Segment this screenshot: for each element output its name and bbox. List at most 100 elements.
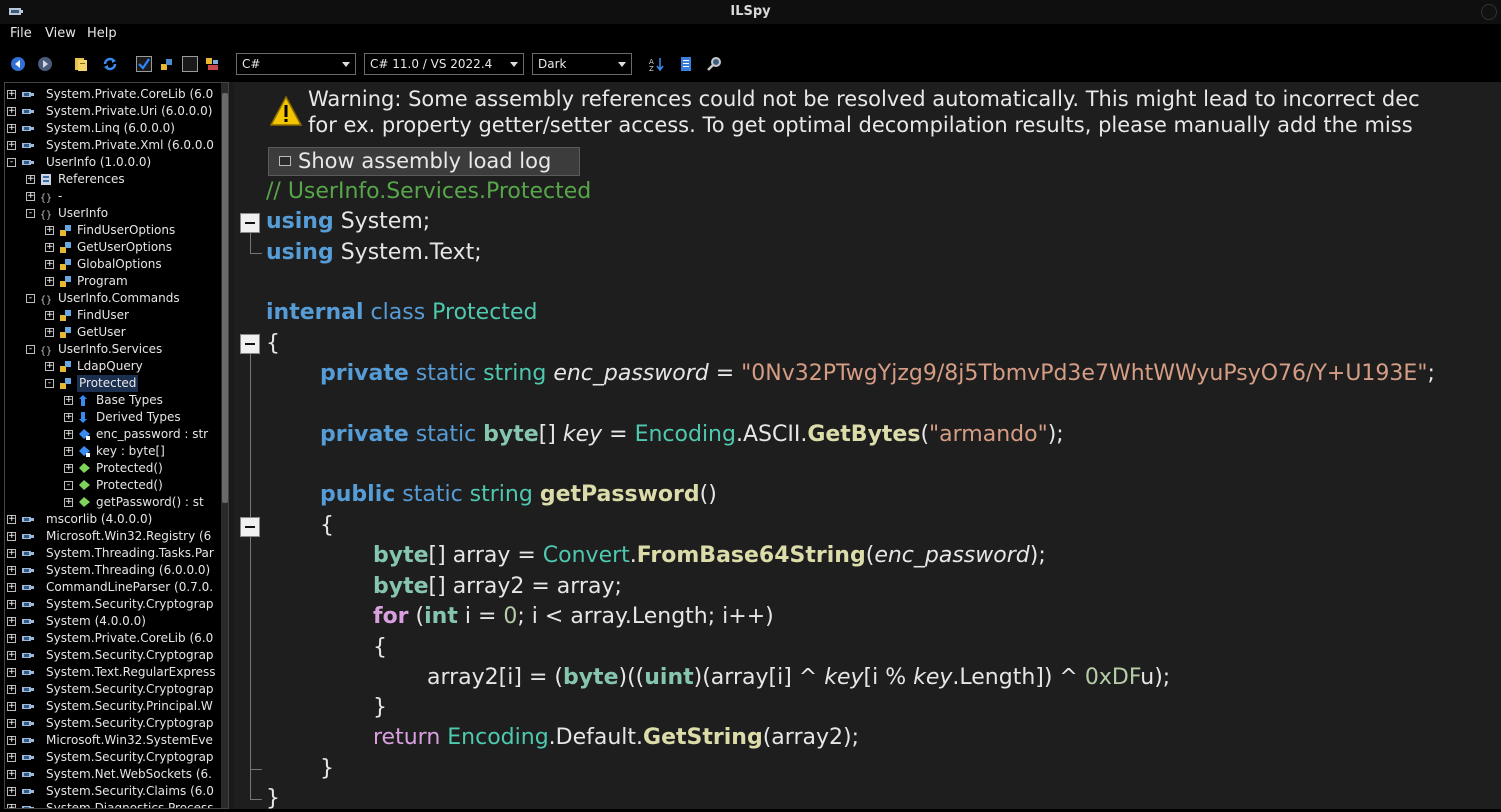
expand-toggle-icon[interactable]: + (7, 753, 16, 762)
tree-item[interactable]: + System.Security.Principal.W (5, 698, 219, 715)
expand-toggle-icon[interactable]: + (7, 141, 16, 150)
tree-item[interactable]: + CommandLineParser (0.7.0. (5, 579, 219, 596)
expand-toggle-icon[interactable]: + (64, 498, 73, 507)
tree-scrollbar[interactable] (221, 83, 228, 808)
tree-item[interactable]: + enc_password : str (5, 426, 219, 443)
tree-item[interactable]: + System (4.0.0.0) (5, 613, 219, 630)
tree-item[interactable]: + Program (5, 273, 219, 290)
manage-assembly-lists-icon[interactable] (678, 56, 694, 72)
tree-item[interactable]: -{} UserInfo.Services (5, 341, 219, 358)
collapse-toggle-icon[interactable]: - (45, 379, 54, 388)
expand-toggle-icon[interactable]: + (7, 617, 16, 626)
collapse-toggle-icon[interactable]: - (64, 481, 73, 490)
back-icon[interactable] (10, 56, 26, 72)
expand-toggle-icon[interactable]: + (26, 175, 35, 184)
expand-toggle-icon[interactable]: + (45, 328, 54, 337)
member-filter-icon[interactable] (158, 56, 174, 72)
tree-item[interactable]: - Protected (5, 375, 219, 392)
tree-item[interactable]: + FindUser (5, 307, 219, 324)
tree-item[interactable]: + System.Text.RegularExpress (5, 664, 219, 681)
tree-item[interactable]: + System.Private.Uri (6.0.0.0) (5, 103, 219, 120)
tree-item[interactable]: + System.Security.Cryptograp (5, 681, 219, 698)
expand-toggle-icon[interactable]: + (7, 685, 16, 694)
expand-toggle-icon[interactable]: + (45, 362, 54, 371)
tree-item[interactable]: + References (5, 171, 219, 188)
collapse-toggle-icon[interactable]: - (26, 294, 35, 303)
tree-item[interactable]: - Protected() (5, 477, 219, 494)
expand-toggle-icon[interactable]: + (7, 736, 16, 745)
api-visibility-icon[interactable] (204, 56, 220, 72)
expand-toggle-icon[interactable]: + (7, 600, 16, 609)
expand-toggle-icon[interactable]: + (64, 430, 73, 439)
expand-toggle-icon[interactable]: + (7, 549, 16, 558)
tree-item[interactable]: + mscorlib (4.0.0.0) (5, 511, 219, 528)
expand-toggle-icon[interactable]: + (45, 260, 54, 269)
show-public-only-checkbox-icon[interactable] (136, 56, 152, 72)
expand-toggle-icon[interactable]: + (7, 583, 16, 592)
expand-toggle-icon[interactable]: + (7, 634, 16, 643)
tree-item[interactable]: + System.Security.Cryptograp (5, 715, 219, 732)
expand-toggle-icon[interactable]: + (7, 770, 16, 779)
expand-toggle-icon[interactable]: + (64, 413, 73, 422)
tree-item[interactable]: + {} - (5, 188, 219, 205)
tree-item[interactable]: + System.Diagnostics.Process (5, 800, 219, 808)
sort-icon[interactable]: AZ (648, 56, 664, 72)
tree-item[interactable]: + Microsoft.Win32.Registry (6 (5, 528, 219, 545)
open-file-icon[interactable] (73, 56, 89, 72)
tree-item[interactable]: -{} UserInfo.Commands (5, 290, 219, 307)
tree-item[interactable]: + System.Private.Xml (6.0.0.0 (5, 137, 219, 154)
tree-item[interactable]: + Base Types (5, 392, 219, 409)
refresh-icon[interactable] (102, 56, 118, 72)
tree-item[interactable]: + System.Security.Cryptograp (5, 596, 219, 613)
expand-toggle-icon[interactable]: + (7, 566, 16, 575)
tree-item[interactable]: + GetUserOptions (5, 239, 219, 256)
expand-toggle-icon[interactable]: + (45, 243, 54, 252)
tree-item[interactable]: + System.Threading (6.0.0.0) (5, 562, 219, 579)
show-all-checkbox-icon[interactable] (182, 56, 198, 72)
expand-toggle-icon[interactable]: + (45, 277, 54, 286)
menu-help[interactable]: Help (87, 26, 117, 41)
expand-toggle-icon[interactable]: + (7, 804, 16, 808)
language-version-select[interactable]: C# 11.0 / VS 2022.4 (364, 53, 524, 75)
tree-item[interactable]: + System.Security.Cryptograp (5, 647, 219, 664)
tree-item[interactable]: + System.Security.Claims (6.0 (5, 783, 219, 800)
expand-toggle-icon[interactable]: + (7, 124, 16, 133)
fold-toggle-class[interactable] (240, 334, 260, 354)
expand-toggle-icon[interactable]: + (7, 107, 16, 116)
expand-toggle-icon[interactable]: + (7, 668, 16, 677)
tree-item[interactable]: + key : byte[] (5, 443, 219, 460)
expand-toggle-icon[interactable]: + (7, 719, 16, 728)
expand-toggle-icon[interactable]: + (45, 311, 54, 320)
collapse-toggle-icon[interactable]: - (7, 158, 16, 167)
expand-toggle-icon[interactable]: + (45, 226, 54, 235)
expand-toggle-icon[interactable]: + (64, 464, 73, 473)
expand-toggle-icon[interactable]: + (7, 787, 16, 796)
window-control-button[interactable] (1481, 4, 1497, 20)
expand-toggle-icon[interactable]: + (7, 702, 16, 711)
tree-item[interactable]: + Microsoft.Win32.SystemEve (5, 732, 219, 749)
theme-select[interactable]: Dark (532, 53, 632, 75)
show-assembly-load-log-button[interactable]: Show assembly load log (268, 147, 580, 176)
tree-item[interactable]: + Derived Types (5, 409, 219, 426)
tree-item[interactable]: + System.Linq (6.0.0.0) (5, 120, 219, 137)
expand-toggle-icon[interactable]: + (64, 447, 73, 456)
tree-item[interactable]: + getPassword() : st (5, 494, 219, 511)
search-icon[interactable] (706, 56, 722, 72)
collapse-toggle-icon[interactable]: - (26, 345, 35, 354)
tree-item[interactable]: -{} UserInfo (5, 205, 219, 222)
expand-toggle-icon[interactable]: + (26, 192, 35, 201)
forward-icon[interactable] (37, 56, 53, 72)
expand-toggle-icon[interactable]: + (7, 651, 16, 660)
tree-item[interactable]: + FindUserOptions (5, 222, 219, 239)
tree-item[interactable]: + System.Net.WebSockets (6. (5, 766, 219, 783)
menu-file[interactable]: File (10, 26, 32, 41)
expand-toggle-icon[interactable]: + (7, 515, 16, 524)
assembly-tree[interactable]: + System.Private.CoreLib (6.0 + System.Priv… (4, 82, 229, 809)
tree-item[interactable]: + System.Private.CoreLib (6.0 (5, 86, 219, 103)
language-select[interactable]: C# (236, 53, 356, 75)
tree-item[interactable]: + System.Security.Cryptograp (5, 749, 219, 766)
collapse-toggle-icon[interactable]: - (26, 209, 35, 218)
tree-item[interactable]: + LdapQuery (5, 358, 219, 375)
menu-view[interactable]: View (45, 26, 76, 41)
tree-scrollbar-thumb[interactable] (222, 93, 228, 503)
